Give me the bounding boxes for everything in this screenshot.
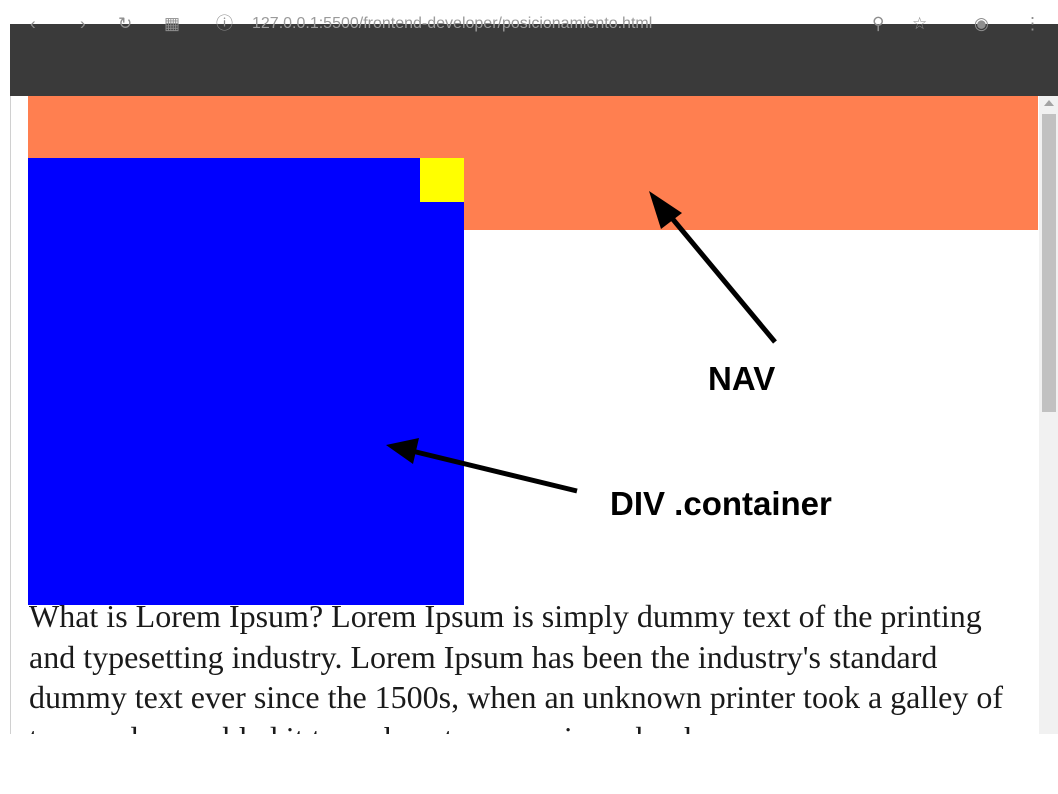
scroll-thumb[interactable] — [1042, 114, 1056, 412]
address-bar-url[interactable]: 127.0.0.1:5500/frontend-developer/posici… — [252, 12, 652, 36]
page-viewport: What is Lorem Ipsum? Lorem Ipsum is simp… — [10, 96, 1058, 734]
extension-icon[interactable]: ◉ — [974, 12, 989, 36]
back-arrow-icon[interactable]: ‹ — [30, 12, 36, 36]
reload-icon[interactable]: ↻ — [118, 12, 132, 36]
browser-toolbar: ‹ › ↻ ▦ ⓘ 127.0.0.1:5500/frontend-develo… — [10, 12, 1058, 36]
vertical-scrollbar[interactable] — [1039, 96, 1058, 734]
kebab-menu-icon[interactable]: ⋮ — [1024, 12, 1041, 36]
star-icon[interactable]: ☆ — [912, 12, 927, 36]
forward-arrow-icon[interactable]: › — [80, 12, 86, 36]
browser-chrome: ‹ › ↻ ▦ ⓘ 127.0.0.1:5500/frontend-develo… — [10, 14, 1058, 96]
div-container — [28, 158, 464, 605]
scroll-up-arrow-icon[interactable] — [1044, 100, 1054, 106]
lorem-paragraph: What is Lorem Ipsum? Lorem Ipsum is simp… — [29, 598, 1003, 734]
bottom-blank-area — [0, 734, 1058, 794]
info-icon[interactable]: ⓘ — [216, 12, 233, 36]
yellow-square — [420, 158, 464, 202]
apps-icon[interactable]: ▦ — [164, 12, 180, 36]
search-icon[interactable]: ⚲ — [872, 12, 884, 36]
